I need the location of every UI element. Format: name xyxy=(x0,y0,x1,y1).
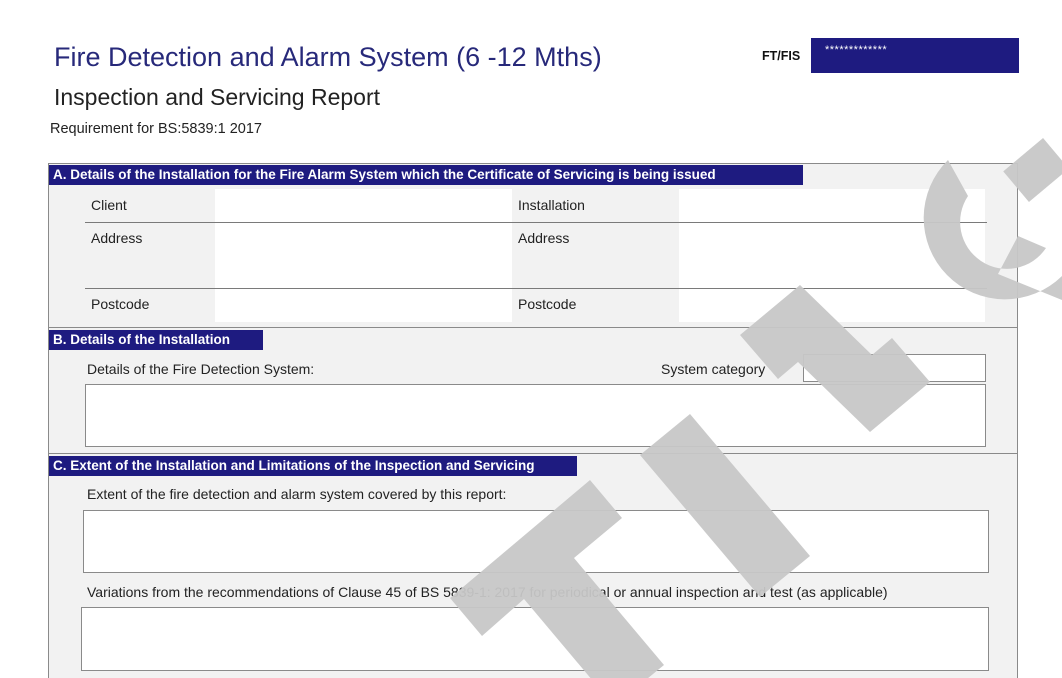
client-field[interactable] xyxy=(215,189,512,222)
installation-postcode-field[interactable] xyxy=(679,289,985,322)
fire-detection-details-label: Details of the Fire Detection System: xyxy=(87,361,315,377)
section-a-heading: A. Details of the Installation for the F… xyxy=(49,165,803,185)
client-label: Client xyxy=(91,197,127,213)
reference-label: FT/FIS xyxy=(762,49,801,63)
extent-label: Extent of the fire detection and alarm s… xyxy=(87,486,507,502)
reference-number-field[interactable]: ************* xyxy=(811,38,1019,73)
client-postcode-label: Postcode xyxy=(91,296,150,312)
system-category-field[interactable] xyxy=(803,354,986,382)
extent-field[interactable] xyxy=(83,510,989,573)
report-form: A. Details of the Installation for the F… xyxy=(48,163,1018,678)
installation-address-label: Address xyxy=(518,230,570,246)
section-b-heading: B. Details of the Installation xyxy=(49,330,263,350)
page-title: Fire Detection and Alarm System (6 -12 M… xyxy=(54,42,602,72)
page-subtitle: Inspection and Servicing Report xyxy=(54,84,381,110)
fire-detection-details-field[interactable] xyxy=(85,384,986,447)
client-address-field[interactable] xyxy=(215,223,512,288)
installation-field[interactable] xyxy=(679,189,985,222)
requirement-text: Requirement for BS:5839:1 2017 xyxy=(50,121,262,137)
system-category-label: System category xyxy=(661,361,766,377)
section-divider xyxy=(49,453,1017,454)
installation-address-field[interactable] xyxy=(679,223,985,288)
variations-label: Variations from the recommendations of C… xyxy=(87,584,888,600)
client-address-label: Address xyxy=(91,230,143,246)
installation-postcode-label: Postcode xyxy=(518,296,577,312)
section-divider xyxy=(49,327,1017,328)
section-c-heading: C. Extent of the Installation and Limita… xyxy=(49,456,577,476)
client-postcode-field[interactable] xyxy=(215,289,512,322)
variations-field[interactable] xyxy=(81,607,989,671)
installation-label: Installation xyxy=(518,197,585,213)
